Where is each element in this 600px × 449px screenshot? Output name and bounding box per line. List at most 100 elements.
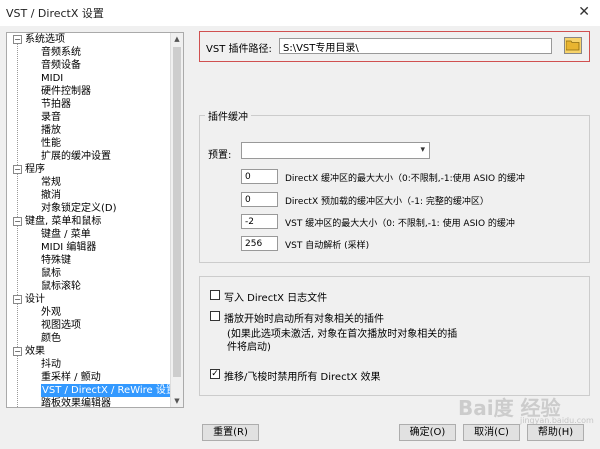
tree-item[interactable]: 重采样 / 颤动 [7, 371, 171, 384]
vst-max-buffer-input[interactable] [241, 214, 278, 229]
start-all-checkbox[interactable] [210, 311, 220, 321]
tree-item[interactable]: 节拍器 [7, 98, 171, 111]
tree-category[interactable]: − 键盘, 菜单和鼠标 [7, 215, 171, 228]
tree-item[interactable]: VST / DirectX / ReWire 设置 [7, 384, 177, 397]
tree-item[interactable]: 键盘 / 菜单 [7, 228, 171, 241]
tree-item[interactable]: 特殊键 [7, 254, 171, 267]
tree-item-label: 键盘 / 菜单 [41, 229, 91, 240]
tree-item-label: 键盘, 菜单和鼠标 [25, 216, 102, 227]
vst-path-label: VST 插件路径: [206, 44, 272, 55]
write-log-label: 写入 DirectX 日志文件 [224, 293, 328, 304]
tree-item[interactable]: 踏板效果编辑器 [7, 397, 171, 408]
plugin-buffer-title: 插件缓冲 [205, 108, 251, 123]
disable-fx-label: 推移/飞梭时禁用所有 DirectX 效果 [224, 372, 381, 383]
tree-item-label: 硬件控制器 [41, 86, 91, 97]
tree-item-label: 鼠标滚轮 [41, 281, 81, 292]
vst-path-group: VST 插件路径: [199, 31, 590, 62]
folder-icon [566, 40, 580, 51]
tree-category[interactable]: − 效果 [7, 345, 171, 358]
tree-item[interactable]: 外观 [7, 306, 171, 319]
tree-item[interactable]: MIDI 编辑器 [7, 241, 171, 254]
preset-label: 预置: [208, 150, 232, 161]
tree-item-label: 系统选项 [25, 34, 65, 45]
tree-item-label: 效果 [25, 346, 45, 357]
tree-item[interactable]: 对象锁定定义(D) [7, 202, 171, 215]
tree-item-label: 撤消 [41, 190, 61, 201]
tree-item[interactable]: 性能 [7, 137, 171, 150]
reset-button[interactable]: 重置(R) [202, 424, 259, 441]
vst-auto-resolution-label: VST 自动解析 (采样) [285, 241, 370, 251]
tree-item-label: 音频系统 [41, 47, 81, 58]
vst-path-input[interactable] [279, 38, 552, 54]
tree-item-label: 播放 [41, 125, 61, 136]
collapse-icon[interactable]: − [13, 165, 22, 174]
tree-item-label: 设计 [25, 294, 45, 305]
tree-item[interactable]: 硬件控制器 [7, 85, 171, 98]
close-icon[interactable]: ✕ [578, 4, 590, 20]
check-icon: ✓ [211, 369, 219, 379]
directx-max-buffer-label: DirectX 缓冲区的最大大小（0:不限制,-1:使用 ASIO 的缓冲 [285, 174, 525, 184]
tree-item-label: 对象锁定定义(D) [41, 203, 117, 214]
settings-window: VST / DirectX 设置 ✕ − 系统选项 音频系统 音频设备 MIDI 硬件控制… [0, 0, 600, 449]
tree-item-label: 常规 [41, 177, 61, 188]
tree-item-label: 录音 [41, 112, 61, 123]
tree-item[interactable]: 音频系统 [7, 46, 171, 59]
tree-item-label: 外观 [41, 307, 61, 318]
browse-folder-button[interactable] [564, 37, 582, 54]
tree-item[interactable]: 常规 [7, 176, 171, 189]
tree-item[interactable]: 抖动 [7, 358, 171, 371]
collapse-icon[interactable]: − [13, 295, 22, 304]
tree-item[interactable]: 撤消 [7, 189, 171, 202]
tree-item[interactable]: 录音 [7, 111, 171, 124]
scroll-up-icon[interactable]: ▲ [171, 33, 183, 45]
tree-item-label: 程序 [25, 164, 45, 175]
preset-dropdown[interactable]: ▾ [241, 142, 430, 159]
watermark-url: jingyan.baidu.com [520, 416, 594, 425]
tree-item-label: MIDI 编辑器 [41, 242, 97, 253]
disable-fx-checkbox[interactable]: ✓ [210, 369, 220, 379]
tree-item[interactable]: 视图选项 [7, 319, 171, 332]
tree-item-label: 节拍器 [41, 99, 71, 110]
tree-item[interactable]: 鼠标滚轮 [7, 280, 171, 293]
tree-item[interactable]: MIDI [7, 72, 171, 85]
tree-item[interactable]: 颜色 [7, 332, 171, 345]
scroll-thumb[interactable] [173, 47, 181, 377]
chevron-down-icon: ▾ [420, 145, 425, 155]
settings-tree: − 系统选项 音频系统 音频设备 MIDI 硬件控制器 节拍器 录音 播放 性能 扩展的缓冲设置 − 程… [6, 32, 184, 408]
collapse-icon[interactable]: − [13, 35, 22, 44]
directx-max-buffer-input[interactable] [241, 169, 278, 184]
collapse-icon[interactable]: − [13, 347, 22, 356]
start-all-note: (如果此选项未激活, 对象在首次播放时对象相关的插件将启动) [227, 329, 458, 353]
tree-item[interactable]: 音频设备 [7, 59, 171, 72]
cancel-button[interactable]: 取消(C) [463, 424, 520, 441]
directx-preload-input[interactable] [241, 192, 278, 207]
tree-category[interactable]: − 程序 [7, 163, 171, 176]
write-log-checkbox[interactable] [210, 290, 220, 300]
help-button[interactable]: 帮助(H) [527, 424, 584, 441]
tree-category[interactable]: − 设计 [7, 293, 171, 306]
tree-item-label: 特殊键 [41, 255, 71, 266]
vst-auto-resolution-input[interactable] [241, 236, 278, 251]
tree-item[interactable]: 扩展的缓冲设置 [7, 150, 171, 163]
ok-button[interactable]: 确定(O) [399, 424, 456, 441]
title-bar: VST / DirectX 设置 ✕ [0, 0, 600, 26]
vst-max-buffer-label: VST 缓冲区的最大大小（0: 不限制,-1: 使用 ASIO 的缓冲 [285, 219, 515, 229]
tree-item[interactable]: 鼠标 [7, 267, 171, 280]
tree-scrollbar[interactable]: ▲ ▼ [170, 33, 183, 407]
tree-item-label: 踏板效果编辑器 [41, 398, 111, 408]
tree-item-label: 音频设备 [41, 60, 81, 71]
tree-item-label: 扩展的缓冲设置 [41, 151, 111, 162]
tree-item-label: 颜色 [41, 333, 61, 344]
directx-preload-label: DirectX 预加载的缓冲区大小（-1: 完整的缓冲区） [285, 197, 489, 207]
tree-category[interactable]: − 系统选项 [7, 33, 171, 46]
tree-item[interactable]: 播放 [7, 124, 171, 137]
tree-item-label: VST / DirectX / ReWire 设置 [41, 384, 177, 397]
tree-item-label: 重采样 / 颤动 [41, 372, 101, 383]
start-all-label: 播放开始时启动所有对象相关的插件 [224, 314, 384, 325]
window-title: VST / DirectX 设置 [6, 7, 104, 20]
collapse-icon[interactable]: − [13, 217, 22, 226]
tree-list: − 系统选项 音频系统 音频设备 MIDI 硬件控制器 节拍器 录音 播放 性能 扩展的缓冲设置 − 程… [7, 33, 177, 408]
tree-item-label: 鼠标 [41, 268, 61, 279]
tree-item-label: 性能 [41, 138, 61, 149]
scroll-down-icon[interactable]: ▼ [171, 395, 183, 407]
